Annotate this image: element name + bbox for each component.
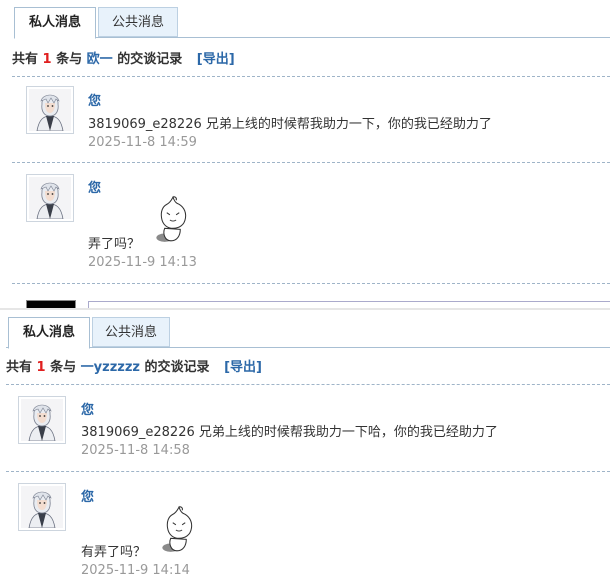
divider — [6, 384, 610, 385]
divider — [6, 471, 610, 472]
tab-underline — [14, 37, 610, 38]
message-text: 3819069_e28226 兄弟上线的时候帮我助力一下哈，你的我已经助力了 — [81, 425, 498, 440]
message-time: 2025-11-9 14:14 — [81, 563, 190, 578]
summary-suffix: 的交谈记录 — [144, 360, 210, 375]
message-text: 弄了吗？ — [88, 237, 141, 252]
tab-public-messages[interactable]: 公共消息 — [92, 317, 170, 347]
message-count: 1 — [36, 360, 46, 375]
message-sender: 您 — [81, 403, 95, 418]
white-haired-character-avatar-icon — [18, 483, 66, 531]
tab-bar: 私人消息 公共消息 — [0, 6, 610, 39]
message-sender: 您 — [88, 94, 102, 109]
summary-prefix: 共有 — [6, 360, 33, 375]
export-link[interactable]: [导出] — [197, 52, 235, 67]
tab-bar: 私人消息 公共消息 — [0, 316, 610, 349]
message-text: 有弄了吗？ — [81, 545, 147, 560]
summary-prefix: 共有 — [12, 52, 39, 67]
message-sender: 您 — [81, 490, 95, 505]
white-haired-character-avatar-icon — [18, 396, 66, 444]
message-time: 2025-11-9 14:13 — [88, 255, 197, 270]
divider — [12, 283, 610, 284]
tab-public-messages[interactable]: 公共消息 — [98, 7, 178, 37]
summary-middle: 条与 — [50, 360, 77, 375]
message-time: 2025-11-8 14:59 — [88, 135, 197, 150]
conversation-panel-top: 私人消息 公共消息 共有 1 条与 欧一 的交谈记录 [导出] 您 381906… — [0, 0, 610, 308]
summary-middle: 条与 — [56, 52, 83, 67]
message-text: 3819069_e28226 兄弟上线的时候帮我助力一下，你的我已经助力了 — [88, 117, 492, 132]
white-haired-character-avatar-icon — [26, 86, 74, 134]
divider — [12, 76, 610, 77]
partner-name[interactable]: 一yzzzzz — [81, 360, 140, 375]
cropped-reply-box — [88, 301, 610, 308]
conversation-summary: 共有 1 条与 欧一 的交谈记录 [导出] — [12, 48, 235, 67]
onion-head-emoji-sticker-icon — [152, 194, 194, 250]
conversation-panel-bottom: 私人消息 公共消息 共有 1 条与 一yzzzzz 的交谈记录 [导出] 您 3… — [0, 308, 610, 588]
onion-head-emoji-sticker-icon — [158, 504, 200, 560]
tab-private-messages[interactable]: 私人消息 — [8, 317, 90, 349]
conversation-summary: 共有 1 条与 一yzzzzz 的交谈记录 [导出] — [6, 356, 262, 375]
divider — [12, 162, 610, 163]
message-count: 1 — [42, 52, 52, 67]
summary-suffix: 的交谈记录 — [117, 52, 183, 67]
tab-underline — [6, 347, 610, 348]
white-haired-character-avatar-icon — [26, 174, 74, 222]
message-time: 2025-11-8 14:58 — [81, 443, 190, 458]
partner-name[interactable]: 欧一 — [87, 52, 113, 67]
message-sender: 您 — [88, 181, 102, 196]
export-link[interactable]: [导出] — [224, 360, 262, 375]
cropped-avatar-icon — [26, 300, 76, 308]
tab-private-messages[interactable]: 私人消息 — [14, 7, 96, 39]
